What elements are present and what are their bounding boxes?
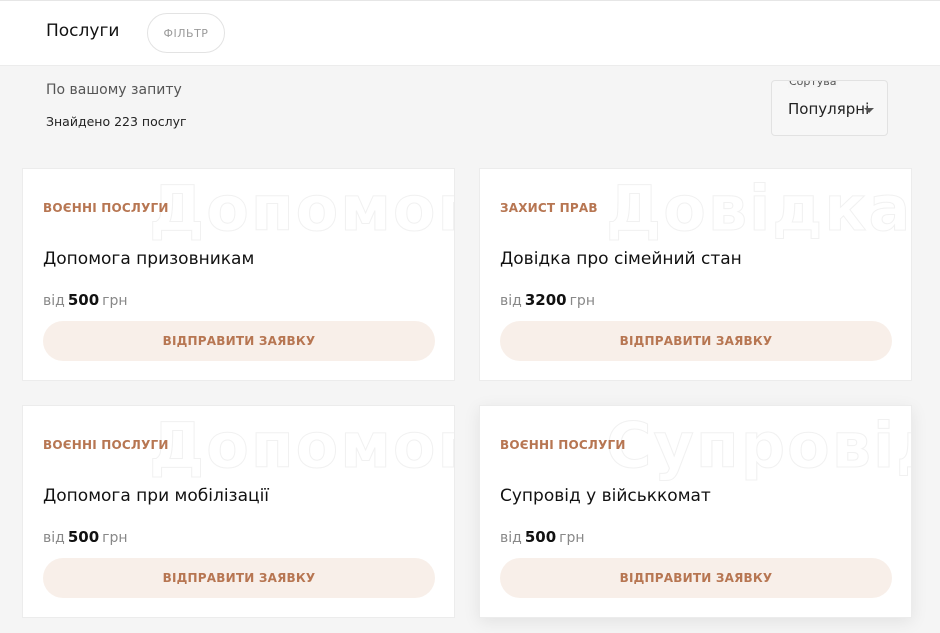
page-title: Послуги <box>46 21 120 41</box>
price-amount: 500 <box>67 528 100 546</box>
price-currency: грн <box>559 530 585 546</box>
service-card: Допомога призовникам Воєнні послуги Допо… <box>22 168 455 381</box>
service-category[interactable]: Воєнні послуги <box>43 201 169 215</box>
service-price: від 500 грн <box>43 291 128 309</box>
service-title[interactable]: Допомога призовникам <box>43 249 254 269</box>
send-request-button[interactable]: ВІДПРАВИТИ ЗАЯВКУ <box>500 321 892 361</box>
sort-selected-value: Популярні <box>788 100 870 118</box>
query-label: По вашому запиту <box>46 82 182 98</box>
service-card: Довідка про сімейний стан Захист прав До… <box>479 168 912 381</box>
sort-label: Сортувати <box>788 81 838 88</box>
caret-down-icon <box>864 108 874 113</box>
price-prefix: від <box>43 530 65 546</box>
service-title[interactable]: Супровід у військкомат <box>500 486 711 506</box>
send-request-button[interactable]: ВІДПРАВИТИ ЗАЯВКУ <box>43 321 435 361</box>
price-currency: грн <box>569 293 595 309</box>
service-category[interactable]: Воєнні послуги <box>43 438 169 452</box>
price-prefix: від <box>43 293 65 309</box>
service-category[interactable]: Воєнні послуги <box>500 438 626 452</box>
card-watermark: Довідка про сімейний стан <box>605 172 912 246</box>
price-currency: грн <box>102 293 128 309</box>
service-category[interactable]: Захист прав <box>500 201 598 215</box>
results-count: Знайдено 223 послуг <box>46 114 187 129</box>
service-card: Супровід у військкомат Воєнні послуги Су… <box>479 405 912 618</box>
service-card: Допомога при мобілізації Воєнні послуги … <box>22 405 455 618</box>
card-watermark: Супровід у військкомат <box>606 409 911 483</box>
service-price: від 3200 грн <box>500 291 595 309</box>
service-price: від 500 грн <box>43 528 128 546</box>
service-price: від 500 грн <box>500 528 585 546</box>
sort-select[interactable]: Сортувати Популярні <box>771 80 888 136</box>
price-currency: грн <box>102 530 128 546</box>
service-title[interactable]: Довідка про сімейний стан <box>500 249 742 269</box>
price-prefix: від <box>500 530 522 546</box>
price-prefix: від <box>500 293 522 309</box>
price-amount: 3200 <box>524 291 567 309</box>
filter-button[interactable]: ФІЛЬТР <box>147 13 225 53</box>
top-bar: Послуги ФІЛЬТР <box>0 0 940 66</box>
send-request-button[interactable]: ВІДПРАВИТИ ЗАЯВКУ <box>500 558 892 598</box>
service-title[interactable]: Допомога при мобілізації <box>43 486 269 506</box>
price-amount: 500 <box>67 291 100 309</box>
card-watermark: Допомога при мобілізації <box>148 409 454 483</box>
card-watermark: Допомога призовникам <box>149 172 454 246</box>
price-amount: 500 <box>524 528 557 546</box>
send-request-button[interactable]: ВІДПРАВИТИ ЗАЯВКУ <box>43 558 435 598</box>
